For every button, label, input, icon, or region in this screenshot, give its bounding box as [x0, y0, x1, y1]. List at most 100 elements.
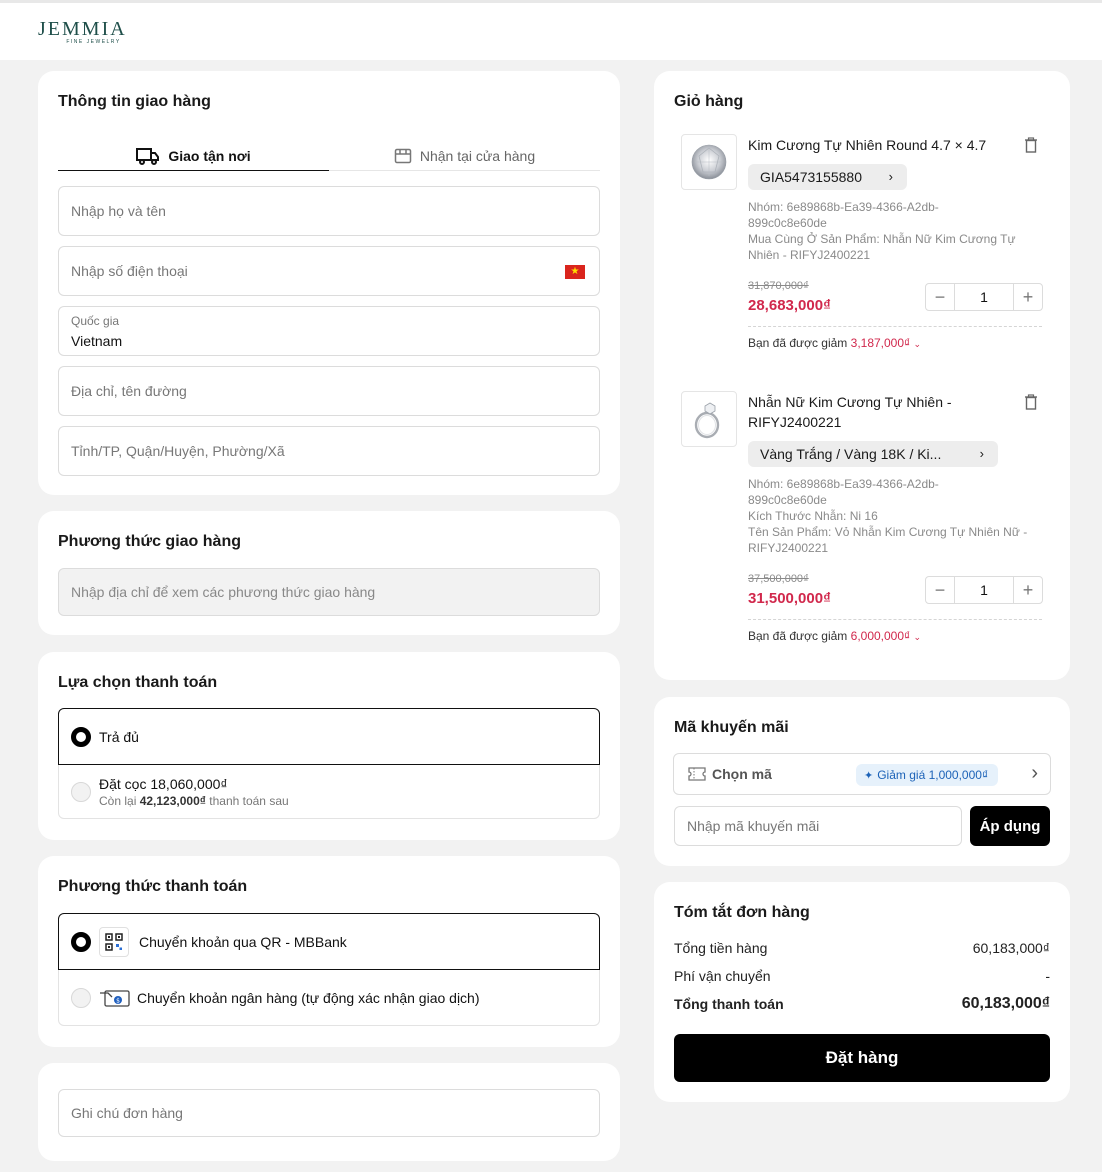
cart-item-2-meta-line: Tên Sản Phẩm: Vỏ Nhẫn Kim Cương Tự Nhiên… — [748, 525, 1028, 539]
shipping-method-placeholder-box: Nhập địa chỉ để xem các phương thức giao… — [58, 568, 600, 616]
country-select[interactable]: Quốc gia Vietnam — [58, 306, 600, 356]
place-order-button[interactable]: Đặt hàng — [674, 1034, 1050, 1082]
country-value: Vietnam — [71, 333, 123, 349]
payment-choice-title: Lựa chọn thanh toán — [58, 674, 218, 691]
minus-icon[interactable]: − — [926, 284, 954, 310]
cart-item-1-meta-line: Mua Cùng Ở Sản Phẩm: Nhẫn Nữ Kim Cương T… — [748, 232, 1016, 246]
cart-item-2-variant: Vàng Trắng / Vàng 18K / Ki... — [760, 446, 942, 462]
cart-item-1-variant: GIA5473155880 — [760, 169, 862, 185]
full-name-input[interactable]: Nhập họ và tên — [58, 186, 600, 236]
shipping-info-title: Thông tin giao hàng — [58, 93, 211, 110]
cart-item-1-meta-line: 899c0c8e60de — [748, 216, 827, 230]
order-note-placeholder: Ghi chú đơn hàng — [71, 1105, 183, 1121]
cart-item-1-saving-amount: 3,187,000₫ — [850, 336, 911, 350]
shipping-fee-row: Phí vận chuyển - — [674, 968, 1050, 984]
ring-icon — [694, 402, 720, 439]
tab-home-delivery-label: Giao tận nơi — [168, 147, 251, 164]
cart-item-2-saving[interactable]: Bạn đã được giảm 6,000,000₫ ⌄ — [748, 629, 921, 643]
cart-item-1-variant-chip[interactable]: GIA5473155880 › — [748, 164, 907, 190]
top-bar: JEMMIA FINE JEWELRY — [0, 0, 1102, 60]
brand-name: JEMMIA — [38, 18, 127, 40]
chevron-right-icon: › — [979, 446, 984, 461]
cart-item-2-meta-line: Kích Thước Nhẫn: Ni 16 — [748, 509, 878, 523]
cart-item-1-saving[interactable]: Bạn đã được giảm 3,187,000₫ ⌄ — [748, 336, 921, 350]
deposit-remaining: Còn lại 42,123,000₫ thanh toán sau — [99, 793, 289, 809]
bank-transfer-radio[interactable] — [71, 987, 91, 1008]
street-address-placeholder: Địa chỉ, tên đường — [71, 383, 187, 399]
qr-transfer-label: Chuyển khoản qua QR - MBBank — [139, 933, 347, 950]
cart-item-2-variant-chip[interactable]: Vàng Trắng / Vàng 18K / Ki... › — [748, 441, 998, 467]
plus-icon[interactable]: + — [1014, 577, 1042, 603]
subtotal-label: Tổng tiền hàng — [674, 940, 768, 956]
cart-title: Giỏ hàng — [674, 93, 744, 110]
cart-item-2-name-line1: Nhẫn Nữ Kim Cương Tự Nhiên - — [748, 394, 952, 410]
cart-item-2-quantity[interactable]: 1 — [954, 577, 1014, 603]
order-note-card: Ghi chú đơn hàng — [38, 1063, 620, 1161]
cart-item-1-name[interactable]: Kim Cương Tự Nhiên Round 4.7 × 4.7 — [748, 135, 986, 155]
chevron-down-icon: ⌄ — [913, 339, 922, 349]
region-input[interactable]: Tỉnh/TP, Quận/Huyện, Phường/Xã — [58, 426, 600, 476]
cart-item-2-image[interactable] — [681, 391, 737, 447]
divider — [748, 619, 1042, 620]
tab-home-delivery[interactable]: Giao tận nơi — [58, 141, 329, 171]
phone-input[interactable]: Nhập số điện thoại ★ — [58, 246, 600, 296]
qr-code-icon — [99, 926, 129, 957]
qr-transfer-radio[interactable] — [71, 931, 91, 952]
shipping-method-placeholder: Nhập địa chỉ để xem các phương thức giao… — [71, 584, 376, 600]
cart-item-1-quantity[interactable]: 1 — [954, 284, 1014, 310]
chevron-down-icon: ⌄ — [913, 632, 922, 642]
apply-promo-button[interactable]: Áp dụng — [970, 806, 1050, 846]
region-placeholder: Tỉnh/TP, Quận/Huyện, Phường/Xã — [71, 443, 285, 459]
cart-item-2-meta-line: Nhóm: 6e89868b-Ea39-4366-A2db- — [748, 477, 939, 491]
shipping-method-card: Phương thức giao hàng Nhập địa chỉ để xe… — [38, 511, 620, 635]
order-summary-card: Tóm tắt đơn hàng Tổng tiền hàng 60,183,0… — [654, 882, 1070, 1102]
cart-item-1-meta-line: Nhóm: 6e89868b-Ea39-4366-A2db- — [748, 200, 939, 214]
shipping-fee-label: Phí vận chuyển — [674, 968, 771, 984]
deposit-text: Đặt cọc 18,060,000₫ Còn lại 42,123,000₫ … — [99, 775, 289, 809]
minus-icon[interactable]: − — [926, 577, 954, 603]
cart-item-2-old-price: 37,500,000₫ — [748, 573, 809, 585]
pay-full-label: Trả đủ — [99, 728, 139, 745]
divider — [748, 326, 1042, 327]
street-address-input[interactable]: Địa chỉ, tên đường — [58, 366, 600, 416]
cart-item-1-saving-label: Bạn đã được giảm — [748, 336, 848, 350]
shipping-method-title: Phương thức giao hàng — [58, 533, 241, 550]
deposit-option[interactable]: Đặt cọc 18,060,000₫ Còn lại 42,123,000₫ … — [58, 765, 600, 819]
cart-item-1-image[interactable] — [681, 134, 737, 190]
deposit-remaining-suffix: thanh toán sau — [209, 793, 289, 808]
payment-choice-card: Lựa chọn thanh toán Trả đủ Đặt cọc 18,06… — [38, 652, 620, 840]
phone-placeholder: Nhập số điện thoại — [71, 263, 188, 279]
tab-store-pickup[interactable]: Nhận tại cửa hàng — [329, 141, 600, 171]
qr-transfer-option[interactable]: Chuyển khoản qua QR - MBBank — [58, 913, 600, 970]
shipping-fee-value: - — [1045, 968, 1050, 984]
cart-card: Giỏ hàng Kim Cương Tự Nhiên Round 4.7 × … — [654, 71, 1070, 680]
cart-item-2-saving-amount: 6,000,000₫ — [850, 629, 911, 643]
store-icon — [394, 148, 412, 164]
choose-promo-button[interactable]: Chọn mã ✦ Giảm giá 1,000,000₫ › — [673, 753, 1051, 795]
cart-item-2-name[interactable]: Nhẫn Nữ Kim Cương Tự Nhiên - RIFYJ240022… — [748, 392, 952, 432]
cart-item-1-meta-line: Nhiên - RIFYJ2400221 — [748, 248, 871, 262]
bank-transfer-option[interactable]: $ Chuyển khoản ngân hàng (tự động xác nh… — [58, 970, 600, 1026]
pay-full-radio[interactable] — [71, 726, 91, 747]
bank-transfer-label: Chuyển khoản ngân hàng (tự động xác nhận… — [137, 989, 480, 1006]
pay-full-option[interactable]: Trả đủ — [58, 708, 600, 765]
vietnam-flag-icon[interactable]: ★ — [565, 265, 585, 279]
deposit-radio[interactable] — [71, 781, 91, 802]
trash-icon[interactable] — [1024, 137, 1038, 156]
diamond-icon — [691, 144, 727, 180]
cart-item-1-old-price: 31,870,000₫ — [748, 280, 809, 292]
order-note-input[interactable]: Ghi chú đơn hàng — [58, 1089, 600, 1137]
subtotal-row: Tổng tiền hàng 60,183,000₫ — [674, 940, 1050, 956]
country-label: Quốc gia — [71, 314, 120, 328]
brand-logo[interactable]: JEMMIA FINE JEWELRY — [38, 18, 127, 45]
svg-text:$: $ — [116, 997, 120, 1004]
chevron-right-icon: › — [888, 169, 893, 184]
plus-icon[interactable]: + — [1014, 284, 1042, 310]
cart-item-1-price: 28,683,000₫ — [748, 297, 831, 314]
cart-item-2-quantity-stepper: − 1 + — [925, 576, 1043, 604]
promo-code-input[interactable]: Nhập mã khuyến mãi — [674, 806, 962, 846]
total-label: Tổng thanh toán — [674, 996, 784, 1012]
cart-item-2-name-line2: RIFYJ2400221 — [748, 414, 842, 430]
tab-store-pickup-label: Nhận tại cửa hàng — [419, 147, 536, 164]
trash-icon[interactable] — [1024, 394, 1038, 413]
